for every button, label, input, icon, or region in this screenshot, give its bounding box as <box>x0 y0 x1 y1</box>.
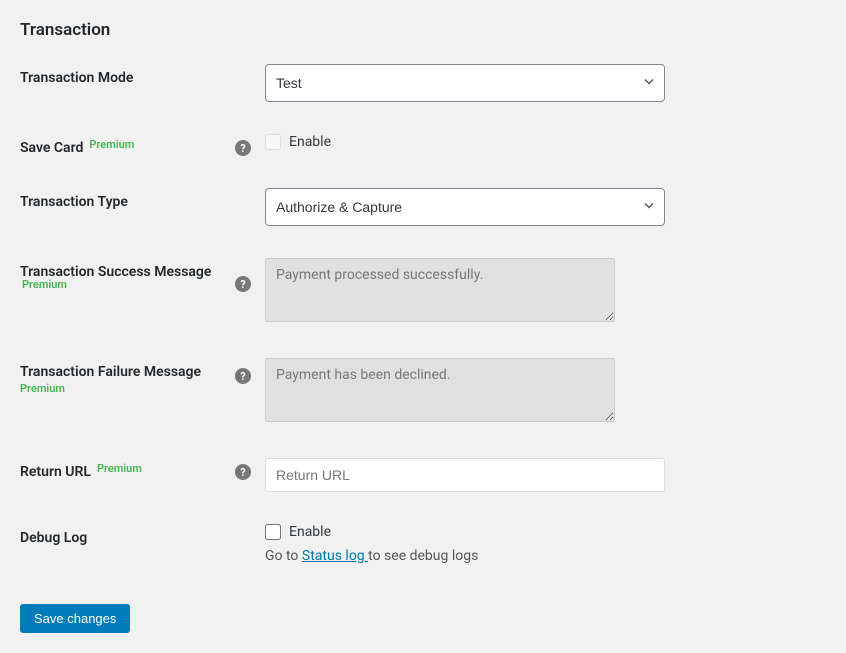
label-transaction-mode: Transaction Mode <box>20 70 133 86</box>
debug-log-checkbox[interactable] <box>265 524 281 540</box>
save-changes-button[interactable]: Save changes <box>20 604 130 633</box>
premium-badge: Premium <box>20 382 65 395</box>
help-suffix: to see debug logs <box>368 548 478 564</box>
label-transaction-type: Transaction Type <box>20 194 128 210</box>
transaction-mode-select[interactable]: Test <box>265 64 665 102</box>
label-debug-log: Debug Log <box>20 530 87 546</box>
save-card-enable-label: Enable <box>289 134 331 150</box>
premium-badge: Premium <box>22 278 67 291</box>
help-icon[interactable]: ? <box>235 464 251 480</box>
debug-log-help-text: Go to Status log to see debug logs <box>265 548 685 564</box>
label-failure-message: Transaction Failure Message <box>20 364 201 380</box>
row-success-message: Transaction Success Message Premium ? Pa… <box>20 258 826 326</box>
help-icon[interactable]: ? <box>235 276 251 292</box>
row-transaction-type: Transaction Type Authorize & Capture <box>20 188 826 226</box>
premium-badge: Premium <box>89 138 134 151</box>
success-message-textarea: Payment processed successfully. <box>265 258 615 322</box>
label-return-url: Return URL <box>20 464 91 480</box>
help-icon[interactable]: ? <box>235 140 251 156</box>
save-card-checkbox <box>265 134 281 150</box>
row-return-url: Return URL Premium ? <box>20 458 826 492</box>
row-save-card: Save Card Premium ? Enable <box>20 134 826 156</box>
help-icon[interactable]: ? <box>235 368 251 384</box>
row-debug-log: Debug Log Enable Go to Status log to see… <box>20 524 826 564</box>
failure-message-textarea: Payment has been declined. <box>265 358 615 422</box>
debug-log-enable-label: Enable <box>289 524 331 540</box>
help-prefix: Go to <box>265 548 302 564</box>
label-save-card: Save Card <box>20 140 83 156</box>
status-log-link[interactable]: Status log <box>302 548 368 564</box>
return-url-input[interactable] <box>265 458 665 492</box>
premium-badge: Premium <box>97 462 142 475</box>
section-title: Transaction <box>20 20 826 40</box>
row-failure-message: Transaction Failure Message Premium ? Pa… <box>20 358 826 426</box>
row-transaction-mode: Transaction Mode Test <box>20 64 826 102</box>
transaction-type-select[interactable]: Authorize & Capture <box>265 188 665 226</box>
